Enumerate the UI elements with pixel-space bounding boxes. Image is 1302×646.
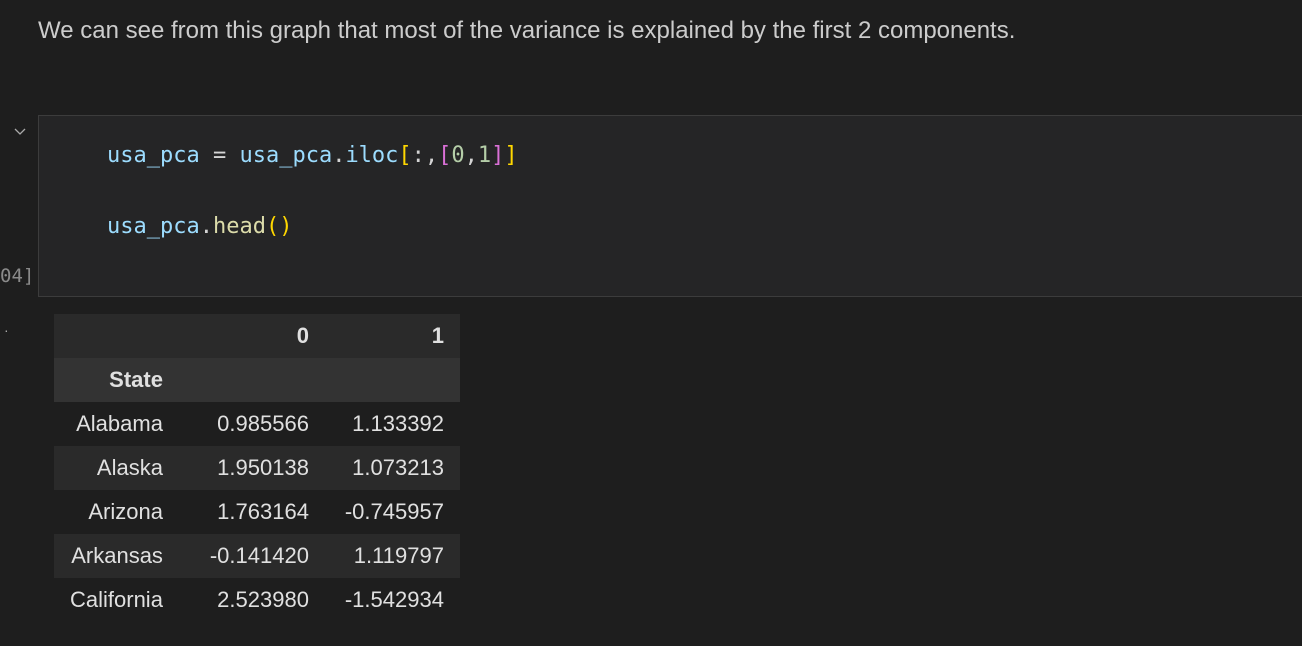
header-row: 0 1 [54,314,460,358]
table-row: Alaska 1.950138 1.073213 [54,446,460,490]
table-row: California 2.523980 -1.542934 [54,578,460,622]
code-cell[interactable]: usa_pca = usa_pca.iloc[:,[0,1]] usa_pca.… [38,115,1302,297]
collapse-chevron-icon[interactable] [12,124,28,140]
execution-count: 04] [0,265,35,287]
table-row: Arizona 1.763164 -0.745957 [54,490,460,534]
index-name: State [109,367,163,392]
column-header: 1 [431,323,444,348]
table-row: Arkansas -0.141420 1.119797 [54,534,460,578]
code-line-2: usa_pca.head() [107,214,293,239]
code-line-1: usa_pca = usa_pca.iloc[:,[0,1]] [107,143,518,168]
dataframe-output: 0 1 State Alabama 0.985566 1.133392 Alaska… [54,314,460,622]
markdown-text: We can see from this graph that most of … [38,17,1016,44]
index-name-row: State [54,358,460,402]
column-header: 0 [296,323,309,348]
table-row: Alabama 0.985566 1.133392 [54,402,460,446]
output-marker[interactable]: · [4,322,9,338]
